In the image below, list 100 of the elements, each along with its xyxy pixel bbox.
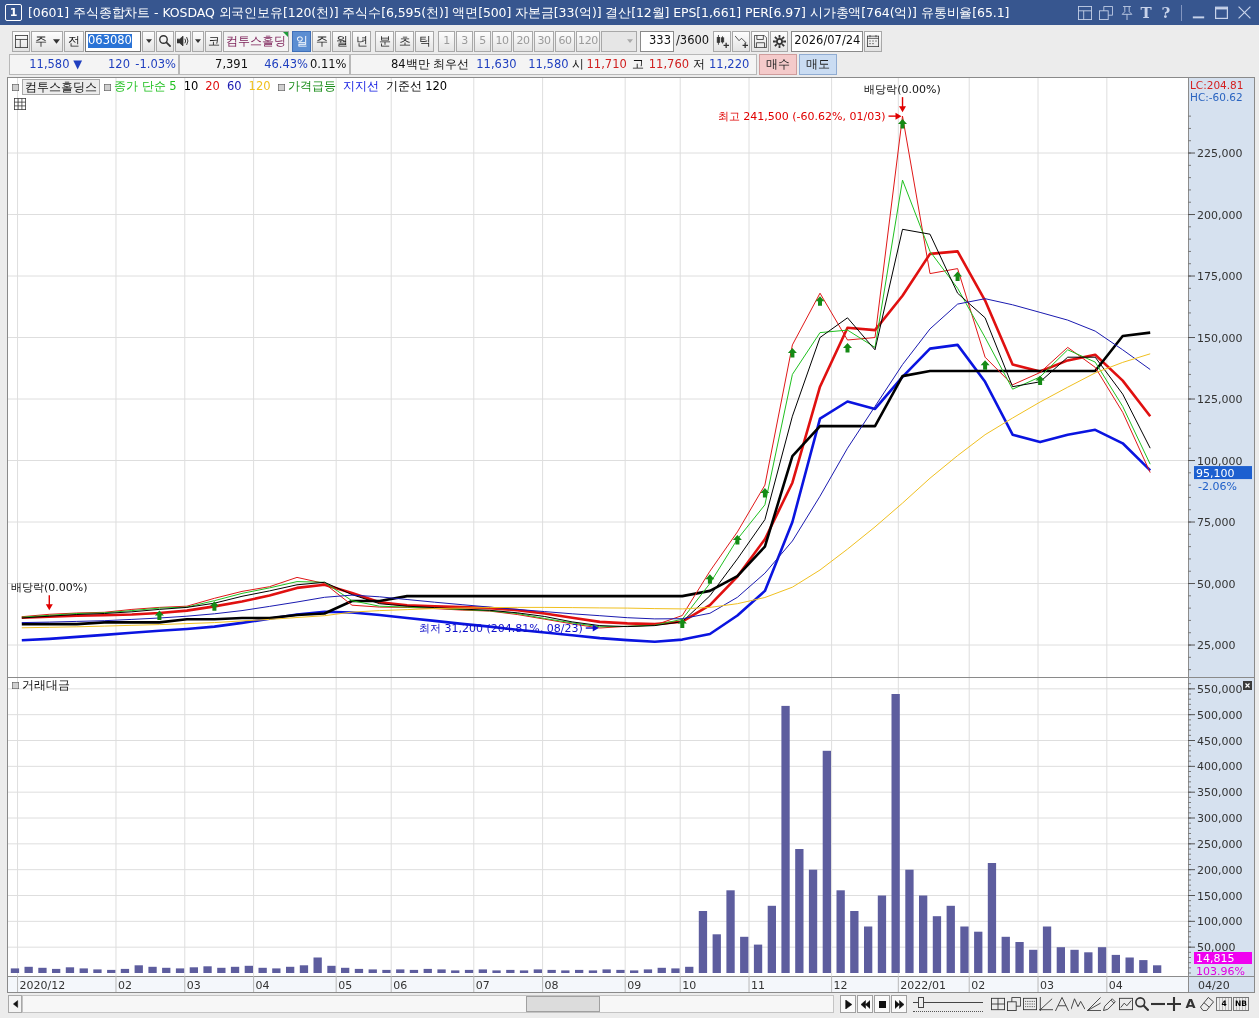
- quote-value: 11,220: [709, 57, 751, 72]
- volume-bar: [712, 934, 721, 973]
- volume-bar: [671, 968, 680, 973]
- axis-label: 150,000: [1197, 331, 1243, 345]
- legend-label: 가격급등: [287, 80, 336, 94]
- split-view-icon[interactable]: [991, 997, 1005, 1011]
- date-axis-label: 04: [1108, 978, 1123, 992]
- quote-value: 11,760: [648, 57, 691, 72]
- volume-bar: [52, 968, 61, 973]
- period-tab[interactable]: 초: [395, 30, 414, 52]
- date-label: 04/20: [1198, 978, 1230, 992]
- volume-bar: [1029, 949, 1038, 973]
- help-button[interactable]: ?: [1158, 4, 1174, 21]
- volume-bar: [1111, 954, 1120, 973]
- volume-bar: [932, 916, 942, 973]
- quote-value: 11,580 ▼: [28, 57, 83, 72]
- add-line-button[interactable]: [732, 30, 751, 52]
- axis-label: 350,000: [1197, 786, 1243, 800]
- zoom-slider-thumb[interactable]: [918, 997, 924, 1008]
- buy-button[interactable]: 매수: [758, 54, 797, 75]
- count-total-label: /3600: [675, 34, 711, 48]
- windows-icon[interactable]: [1099, 5, 1113, 20]
- rewind-button[interactable]: [857, 995, 873, 1013]
- period-tab[interactable]: 분: [375, 30, 394, 52]
- eraser-icon[interactable]: [1200, 997, 1214, 1011]
- search-icon[interactable]: [1135, 997, 1149, 1011]
- series-button[interactable]: 컴투스홀딩스: [22, 79, 100, 95]
- add-candle-button[interactable]: [713, 30, 732, 52]
- settings-button[interactable]: [770, 30, 789, 52]
- axis-label: 50,000: [1197, 577, 1236, 591]
- market-dropdown[interactable]: 주: [31, 30, 63, 52]
- fast-forward-button[interactable]: [891, 995, 907, 1013]
- stop-icon: [878, 1000, 886, 1008]
- speaker-button[interactable]: [175, 30, 191, 52]
- save-button[interactable]: [751, 30, 770, 52]
- font-button[interactable]: T: [1138, 4, 1154, 21]
- up-arrow-marker: [787, 347, 797, 358]
- play-button[interactable]: [840, 995, 856, 1013]
- volume-bar: [588, 970, 598, 973]
- legend-label: 10: [183, 80, 199, 94]
- date-axis-label: 10: [682, 978, 697, 992]
- quote-value: 7,391: [214, 57, 249, 72]
- fork-icon[interactable]: [1055, 997, 1069, 1011]
- name-prefix-button[interactable]: 코: [205, 30, 222, 52]
- zoom-slider-track[interactable]: [913, 996, 983, 1012]
- volume-bar: [93, 969, 102, 973]
- volume-bar: [767, 905, 776, 973]
- date-axis-label: 12: [833, 978, 848, 992]
- volume-bar: [1056, 947, 1065, 973]
- text-tool-button[interactable]: A: [1183, 996, 1198, 1012]
- period-tab[interactable]: 년: [352, 30, 371, 52]
- caret-icon: [194, 38, 202, 44]
- search-button[interactable]: [156, 30, 174, 52]
- code-field[interactable]: 063080: [85, 30, 141, 52]
- scroll-left-button[interactable]: [8, 995, 22, 1013]
- period-tab[interactable]: 틱: [415, 30, 434, 52]
- close-icon[interactable]: [1238, 6, 1251, 19]
- trend-line-icon[interactable]: [1039, 997, 1053, 1011]
- volume-bar: [230, 966, 240, 973]
- settings-icon: [772, 34, 786, 48]
- layout-icon[interactable]: [1078, 5, 1092, 20]
- date-field[interactable]: 2026/07/24: [791, 30, 864, 52]
- windows-icon[interactable]: [1007, 997, 1021, 1011]
- layout-button[interactable]: [12, 30, 30, 52]
- list-icon[interactable]: [1023, 997, 1037, 1011]
- legend-label: 거래대금: [22, 679, 70, 693]
- axis-label: 50,000: [1197, 941, 1236, 955]
- dropdown-button[interactable]: [142, 30, 155, 52]
- pencil-icon[interactable]: [1103, 997, 1117, 1011]
- axis-label: 75,000: [1197, 516, 1236, 529]
- play-icon: [843, 999, 853, 1009]
- category-button[interactable]: 전: [64, 30, 84, 52]
- chart-picture-icon[interactable]: [1119, 997, 1133, 1011]
- axis-label: 550,000: [1197, 682, 1243, 696]
- date-axis-label: 04: [255, 978, 270, 992]
- scrollbar-thumb[interactable]: [526, 996, 600, 1012]
- sell-button[interactable]: 매도: [798, 54, 837, 75]
- volume-tag: 14,815: [1194, 952, 1252, 965]
- volume-bar: [960, 926, 969, 973]
- stop-button[interactable]: [874, 995, 890, 1013]
- period-tab[interactable]: 주: [312, 30, 331, 52]
- period-tab[interactable]: 월: [332, 30, 351, 52]
- volume-bar: [519, 970, 529, 973]
- calendar-button[interactable]: [864, 30, 883, 52]
- legend-label: 지지선: [342, 80, 379, 94]
- volume-bar: [1042, 926, 1052, 973]
- grid-icon[interactable]: [14, 98, 26, 110]
- pin-icon[interactable]: [1120, 5, 1134, 20]
- zigzag-icon[interactable]: [1071, 997, 1085, 1011]
- volume-bar: [327, 965, 336, 973]
- date-axis-label: 07: [475, 978, 490, 992]
- fan-lines-icon[interactable]: [1087, 997, 1101, 1011]
- plus-icon[interactable]: [1167, 997, 1181, 1011]
- caret-icon: [626, 38, 634, 44]
- count-field[interactable]: 333: [640, 30, 674, 52]
- axis-label: 200,000: [1197, 208, 1243, 222]
- dropdown-button[interactable]: [192, 30, 204, 52]
- maximize-icon[interactable]: [1215, 6, 1228, 19]
- stock-name-field[interactable]: 컴투스홀딩: [223, 30, 289, 52]
- volume-bar: [286, 966, 295, 973]
